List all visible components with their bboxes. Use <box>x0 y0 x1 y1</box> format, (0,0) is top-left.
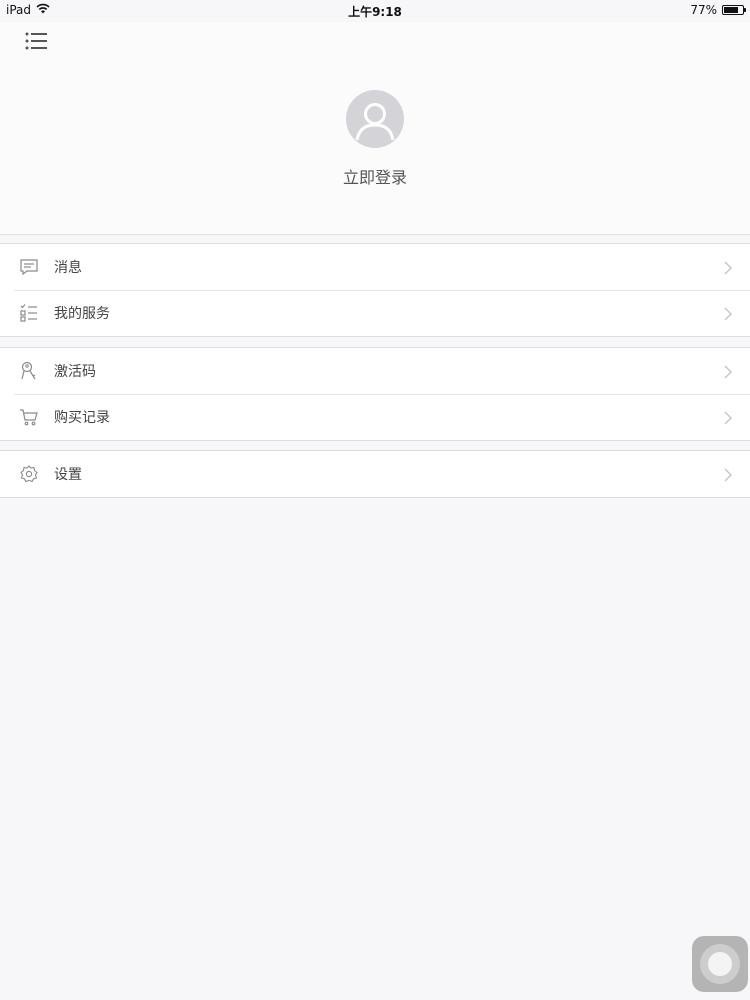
assistive-touch-core <box>708 952 732 976</box>
menu-item-messages[interactable]: 消息 <box>0 244 750 290</box>
message-icon <box>19 257 39 277</box>
menu-item-label: 设置 <box>54 467 82 483</box>
chevron-right-icon <box>724 410 732 425</box>
battery-percent: 77% <box>690 3 717 17</box>
status-right: 77% <box>690 3 746 17</box>
menu-item-purchase-history[interactable]: 购买记录 <box>0 394 750 440</box>
menu-item-my-services[interactable]: 我的服务 <box>0 290 750 336</box>
menu-item-label: 购买记录 <box>54 410 110 426</box>
service-list-icon <box>19 303 39 323</box>
assistive-touch-button[interactable] <box>692 936 748 992</box>
profile-header: 立即登录 <box>0 22 750 235</box>
battery-level <box>724 7 738 13</box>
gear-icon <box>19 464 39 484</box>
battery-icon <box>722 5 746 15</box>
menu-item-label: 消息 <box>54 260 82 276</box>
menu-item-activation-code[interactable]: 激活码 <box>0 348 750 394</box>
chevron-right-icon <box>724 364 732 379</box>
cart-icon <box>19 407 39 427</box>
status-bar: iPad 上午9:18 77% <box>0 0 750 22</box>
menu-item-settings[interactable]: 设置 <box>0 451 750 497</box>
menu-group-2: 激活码 购买记录 <box>0 347 750 441</box>
user-avatar-icon[interactable] <box>346 90 404 148</box>
menu-group-1: 消息 我的服务 <box>0 243 750 337</box>
chevron-right-icon <box>724 467 732 482</box>
chevron-right-icon <box>724 260 732 275</box>
chevron-right-icon <box>724 306 732 321</box>
list-menu-icon[interactable] <box>24 30 50 52</box>
status-time: 上午9:18 <box>348 5 402 19</box>
menu-item-label: 激活码 <box>54 364 96 380</box>
menu-group-3: 设置 <box>0 450 750 498</box>
menu-item-label: 我的服务 <box>54 306 110 322</box>
login-link[interactable]: 立即登录 <box>0 164 750 188</box>
key-icon <box>19 361 39 381</box>
